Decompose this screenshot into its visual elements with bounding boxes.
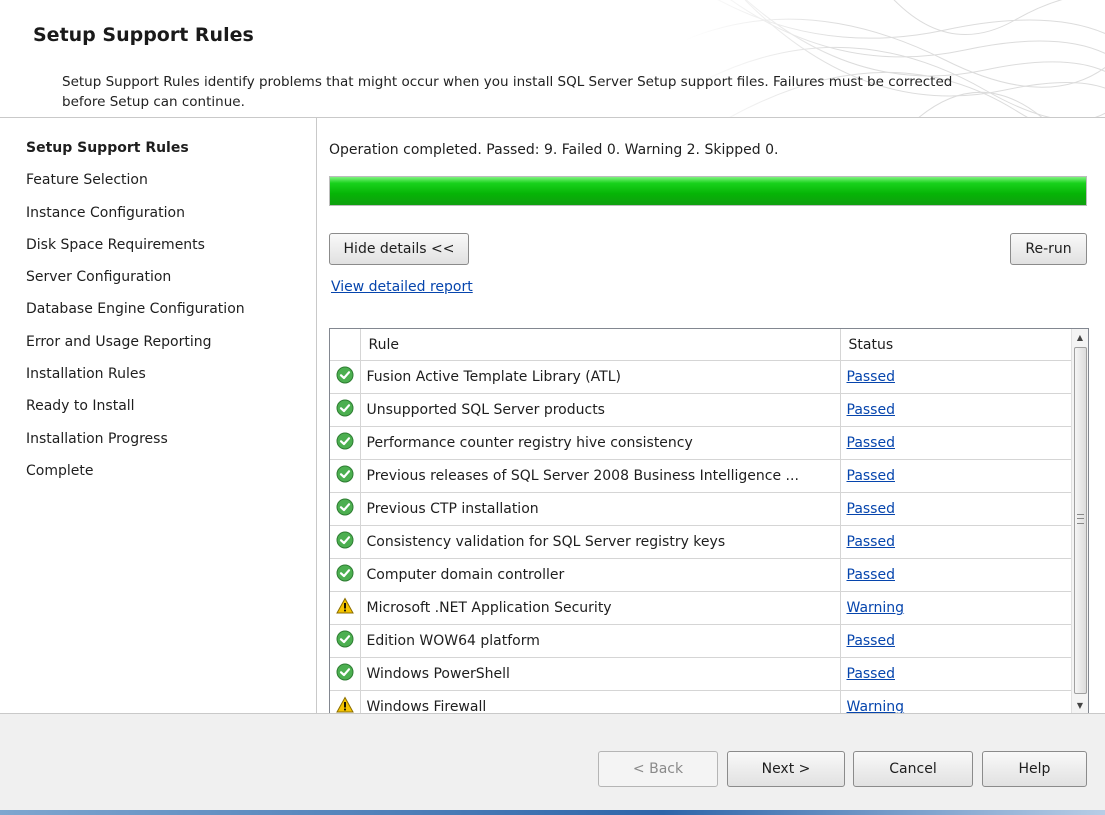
- table-row[interactable]: Previous releases of SQL Server 2008 Bus…: [330, 459, 1074, 493]
- rerun-button[interactable]: Re-run: [1010, 233, 1087, 265]
- footer-bar: < Back Next > Cancel Help: [0, 713, 1105, 815]
- progress-bar: [329, 176, 1087, 206]
- rule-name-cell: Windows Firewall: [360, 690, 841, 713]
- rules-grid: Rule Status Fusion Active Template Libra…: [329, 328, 1089, 714]
- status-cell: Passed: [840, 393, 1074, 427]
- status-link[interactable]: Warning: [847, 600, 905, 616]
- window-bottom-edge: [0, 810, 1105, 815]
- main-panel: Operation completed. Passed: 9. Failed 0…: [317, 118, 1105, 714]
- sidebar-item-installation-rules[interactable]: Installation Rules: [26, 366, 245, 398]
- sidebar-item-installation-progress[interactable]: Installation Progress: [26, 431, 245, 463]
- passed-check-icon: [330, 360, 361, 394]
- sidebar-steps: Setup Support Rules Feature Selection Inst…: [0, 118, 317, 713]
- passed-check-icon: [330, 459, 361, 493]
- rule-name-cell: Microsoft .NET Application Security: [360, 591, 841, 625]
- table-row[interactable]: Edition WOW64 platform Passed: [330, 624, 1074, 658]
- status-cell: Warning: [840, 591, 1074, 625]
- help-button[interactable]: Help: [982, 751, 1087, 787]
- table-header-row: Rule Status: [330, 329, 1074, 361]
- sidebar-item-ready-to-install[interactable]: Ready to Install: [26, 398, 245, 430]
- rule-column-header[interactable]: Rule: [360, 329, 841, 361]
- vertical-scrollbar[interactable]: ▲ ▼: [1071, 329, 1088, 713]
- passed-check-icon: [330, 393, 361, 427]
- scroll-down-arrow-icon[interactable]: ▼: [1072, 697, 1088, 713]
- table-row[interactable]: Performance counter registry hive consis…: [330, 426, 1074, 460]
- scroll-thumb[interactable]: [1074, 347, 1087, 694]
- table-row[interactable]: Microsoft .NET Application Security Warni…: [330, 591, 1074, 625]
- status-cell: Passed: [840, 525, 1074, 559]
- sidebar-item-setup-support-rules[interactable]: Setup Support Rules: [26, 140, 245, 172]
- rule-name-cell: Previous CTP installation: [360, 492, 841, 526]
- header-banner: Setup Support Rules Setup Support Rules …: [0, 0, 1105, 118]
- status-cell: Passed: [840, 492, 1074, 526]
- rule-name-cell: Fusion Active Template Library (ATL): [360, 360, 841, 394]
- passed-check-icon: [330, 624, 361, 658]
- status-cell: Passed: [840, 459, 1074, 493]
- hide-details-button[interactable]: Hide details <<: [329, 233, 469, 265]
- sidebar-item-server-configuration[interactable]: Server Configuration: [26, 269, 245, 301]
- sidebar-item-feature-selection[interactable]: Feature Selection: [26, 172, 245, 204]
- status-link[interactable]: Passed: [847, 468, 895, 484]
- operation-status: Operation completed. Passed: 9. Failed 0…: [329, 142, 779, 158]
- status-cell: Passed: [840, 558, 1074, 592]
- step-list: Setup Support Rules Feature Selection Inst…: [26, 140, 245, 495]
- passed-check-icon: [330, 657, 361, 691]
- rule-name-cell: Computer domain controller: [360, 558, 841, 592]
- status-link[interactable]: Passed: [847, 567, 895, 583]
- rule-name-cell: Previous releases of SQL Server 2008 Bus…: [360, 459, 841, 493]
- warning-triangle-icon: [330, 591, 361, 625]
- status-link[interactable]: Passed: [847, 369, 895, 385]
- table-row[interactable]: Fusion Active Template Library (ATL) Pass…: [330, 360, 1074, 394]
- sidebar-item-disk-space-requirements[interactable]: Disk Space Requirements: [26, 237, 245, 269]
- table-row[interactable]: Unsupported SQL Server products Passed: [330, 393, 1074, 427]
- page-title: Setup Support Rules: [33, 24, 254, 46]
- rule-name-cell: Unsupported SQL Server products: [360, 393, 841, 427]
- status-cell: Passed: [840, 624, 1074, 658]
- status-cell: Passed: [840, 426, 1074, 460]
- table-row[interactable]: Windows PowerShell Passed: [330, 657, 1074, 691]
- status-column-header[interactable]: Status: [840, 329, 1074, 361]
- status-link[interactable]: Passed: [847, 534, 895, 550]
- status-link[interactable]: Passed: [847, 666, 895, 682]
- scroll-up-arrow-icon[interactable]: ▲: [1072, 329, 1088, 345]
- status-link[interactable]: Passed: [847, 501, 895, 517]
- status-link[interactable]: Passed: [847, 633, 895, 649]
- rule-name-cell: Performance counter registry hive consis…: [360, 426, 841, 460]
- table-row[interactable]: Windows Firewall Warning: [330, 690, 1074, 713]
- rules-table: Rule Status Fusion Active Template Libra…: [330, 329, 1074, 713]
- rule-name-cell: Consistency validation for SQL Server re…: [360, 525, 841, 559]
- back-button[interactable]: < Back: [598, 751, 718, 787]
- sidebar-item-database-engine-configuration[interactable]: Database Engine Configuration: [26, 301, 245, 333]
- next-button[interactable]: Next >: [727, 751, 845, 787]
- status-cell: Warning: [840, 690, 1074, 713]
- cancel-button[interactable]: Cancel: [853, 751, 973, 787]
- status-link[interactable]: Passed: [847, 402, 895, 418]
- table-row[interactable]: Previous CTP installation Passed: [330, 492, 1074, 526]
- sidebar-item-instance-configuration[interactable]: Instance Configuration: [26, 205, 245, 237]
- rule-name-cell: Edition WOW64 platform: [360, 624, 841, 658]
- view-detailed-report-link[interactable]: View detailed report: [331, 279, 473, 295]
- status-cell: Passed: [840, 360, 1074, 394]
- progress-fill: [330, 177, 1086, 205]
- sidebar-item-error-and-usage-reporting[interactable]: Error and Usage Reporting: [26, 334, 245, 366]
- status-link[interactable]: Warning: [847, 699, 905, 713]
- icon-column-header: [330, 329, 361, 361]
- warning-triangle-icon: [330, 690, 361, 713]
- passed-check-icon: [330, 426, 361, 460]
- status-cell: Passed: [840, 657, 1074, 691]
- passed-check-icon: [330, 525, 361, 559]
- rule-name-cell: Windows PowerShell: [360, 657, 841, 691]
- status-link[interactable]: Passed: [847, 435, 895, 451]
- table-row[interactable]: Computer domain controller Passed: [330, 558, 1074, 592]
- page-description: Setup Support Rules identify problems th…: [62, 74, 953, 110]
- sidebar-item-complete[interactable]: Complete: [26, 463, 245, 495]
- table-row[interactable]: Consistency validation for SQL Server re…: [330, 525, 1074, 559]
- passed-check-icon: [330, 492, 361, 526]
- passed-check-icon: [330, 558, 361, 592]
